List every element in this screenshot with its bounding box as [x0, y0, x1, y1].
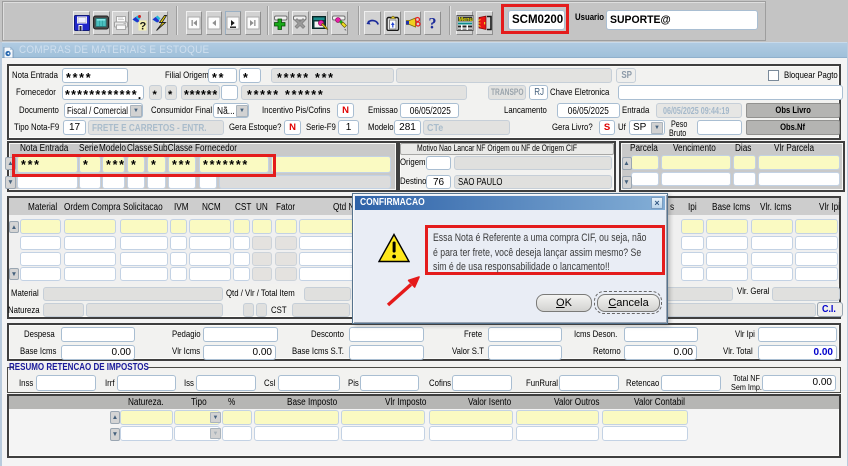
svg-text:?: ?: [140, 21, 147, 32]
svg-text:?: ?: [428, 16, 436, 32]
svg-text:Menu: Menu: [458, 17, 472, 23]
